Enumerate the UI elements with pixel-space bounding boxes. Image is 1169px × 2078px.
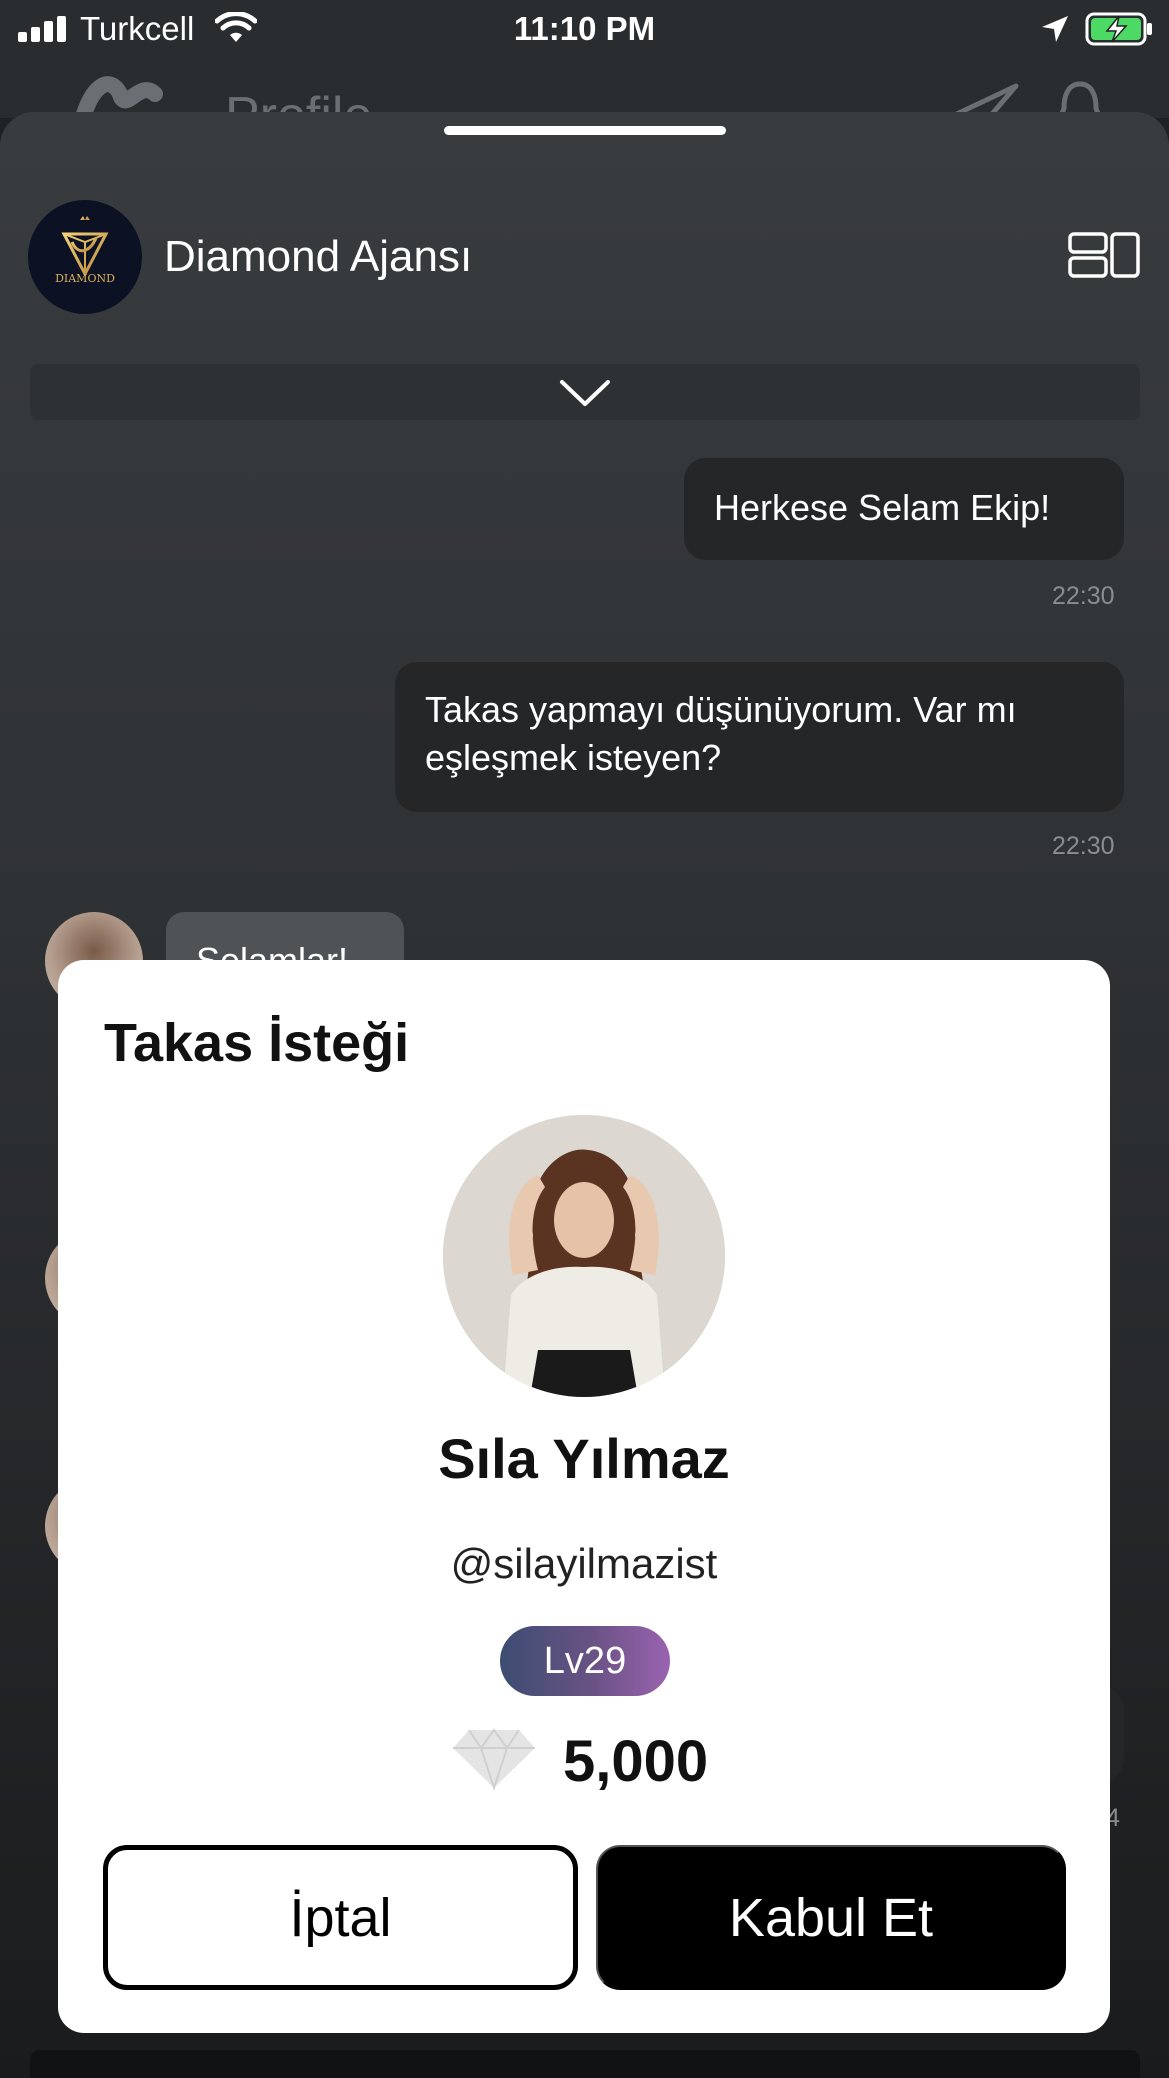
diamond-logo-icon [61, 216, 109, 278]
layout-toggle-icon[interactable] [1068, 232, 1140, 278]
battery-charging-icon [1085, 12, 1152, 46]
collapse-bar[interactable] [30, 364, 1140, 420]
group-name: Diamond Ajansı [164, 232, 473, 281]
diamond-amount: 5,000 [563, 1729, 709, 1794]
user-handle: @silayilmazist [450, 1540, 718, 1587]
message-bubble-outgoing[interactable]: Herkese Selam Ekip! [684, 458, 1124, 560]
cancel-button[interactable]: İptal [103, 1845, 578, 1990]
message-time: 22:30 [1052, 582, 1115, 610]
status-bar: Turkcell 11:10 PM [0, 0, 1169, 58]
diamond-icon [453, 1728, 535, 1790]
message-text: Takas yapmayı düşünüyorum. Var mı eşleşm… [425, 689, 1017, 778]
user-portrait-icon [443, 1115, 725, 1397]
message-text: Herkese Selam Ekip! [714, 487, 1051, 528]
swap-request-modal: Takas İsteği Sıla Yılmaz @silayilmazist … [58, 960, 1110, 2033]
modal-title: Takas İsteği [104, 1013, 410, 1073]
clock: 11:10 PM [513, 10, 656, 47]
accept-button[interactable]: Kabul Et [596, 1845, 1066, 1990]
group-avatar-text: DIAMOND [55, 272, 115, 285]
message-input-bar[interactable] [30, 2050, 1140, 2078]
message-bubble-outgoing[interactable]: Takas yapmayı düşünüyorum. Var mı eşleşm… [395, 662, 1124, 812]
message-time: 22:30 [1052, 832, 1115, 860]
user-photo [443, 1115, 725, 1397]
background-header: Profile [0, 58, 1169, 118]
level-badge: Lv29 [500, 1626, 670, 1696]
chevron-down-icon [560, 380, 610, 406]
sheet-grabber[interactable] [444, 126, 726, 135]
user-name: Sıla Yılmaz [438, 1427, 730, 1490]
group-avatar[interactable]: DIAMOND [28, 200, 142, 314]
location-arrow-icon [1042, 16, 1068, 42]
